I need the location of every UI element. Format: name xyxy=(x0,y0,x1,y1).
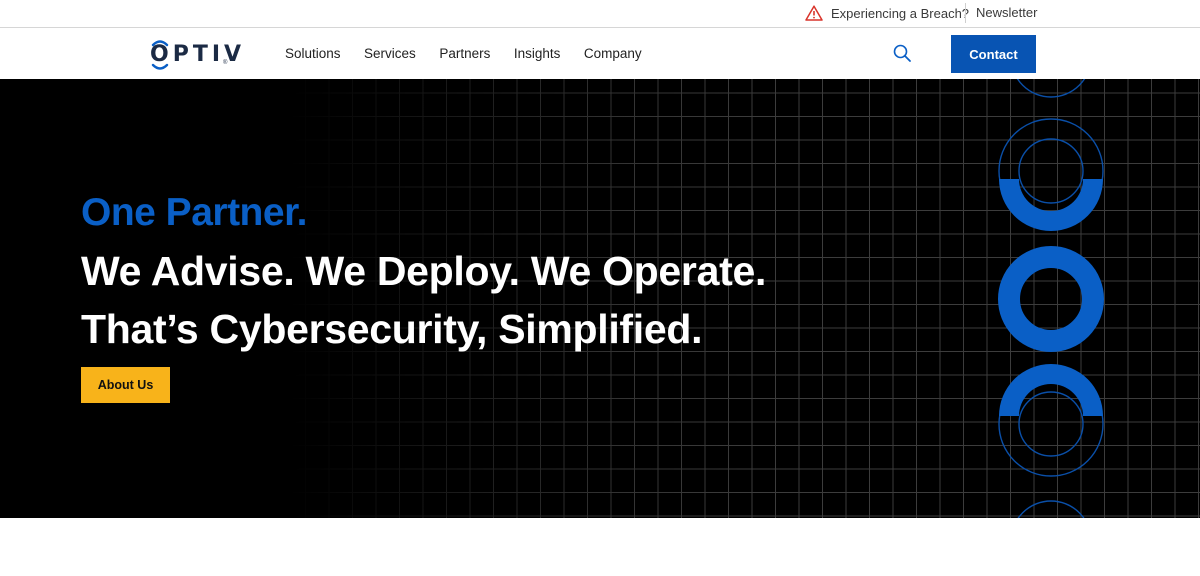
hero-rings-graphic xyxy=(998,79,1104,518)
contact-button[interactable]: Contact xyxy=(951,35,1036,73)
main-nav: OPTIV ® Solutions Services Partners Insi… xyxy=(0,29,1200,78)
nav-link-company[interactable]: Company xyxy=(584,45,642,63)
about-us-button[interactable]: About Us xyxy=(81,367,170,403)
search-button[interactable] xyxy=(892,43,912,63)
nav-link-solutions[interactable]: Solutions xyxy=(285,45,341,63)
breach-link[interactable]: Experiencing a Breach? xyxy=(805,4,969,22)
newsletter-link[interactable]: Newsletter xyxy=(976,4,1037,22)
nav-link-services[interactable]: Services xyxy=(364,45,416,63)
nav-link-insights[interactable]: Insights xyxy=(514,45,561,63)
warning-triangle-icon xyxy=(805,5,823,21)
optiv-logo[interactable]: OPTIV ® xyxy=(150,38,241,72)
primary-nav-links: Solutions Services Partners Insights Com… xyxy=(285,45,665,63)
hero-eyebrow: One Partner. xyxy=(81,191,307,234)
logo-registered-mark: ® xyxy=(223,60,228,66)
utility-bar: Experiencing a Breach? Newsletter xyxy=(0,0,1200,28)
utility-divider xyxy=(965,3,966,23)
nav-link-partners[interactable]: Partners xyxy=(439,45,490,63)
hero-headline-line-1: We Advise. We Deploy. We Operate. xyxy=(81,248,767,294)
breach-link-label: Experiencing a Breach? xyxy=(831,5,970,21)
hero-headline-line-2: That’s Cybersecurity, Simplified. xyxy=(81,306,703,352)
search-icon xyxy=(893,44,911,62)
logo-text: OPTIV xyxy=(150,42,246,67)
hero-section: One Partner. We Advise. We Deploy. We Op… xyxy=(0,79,1200,518)
